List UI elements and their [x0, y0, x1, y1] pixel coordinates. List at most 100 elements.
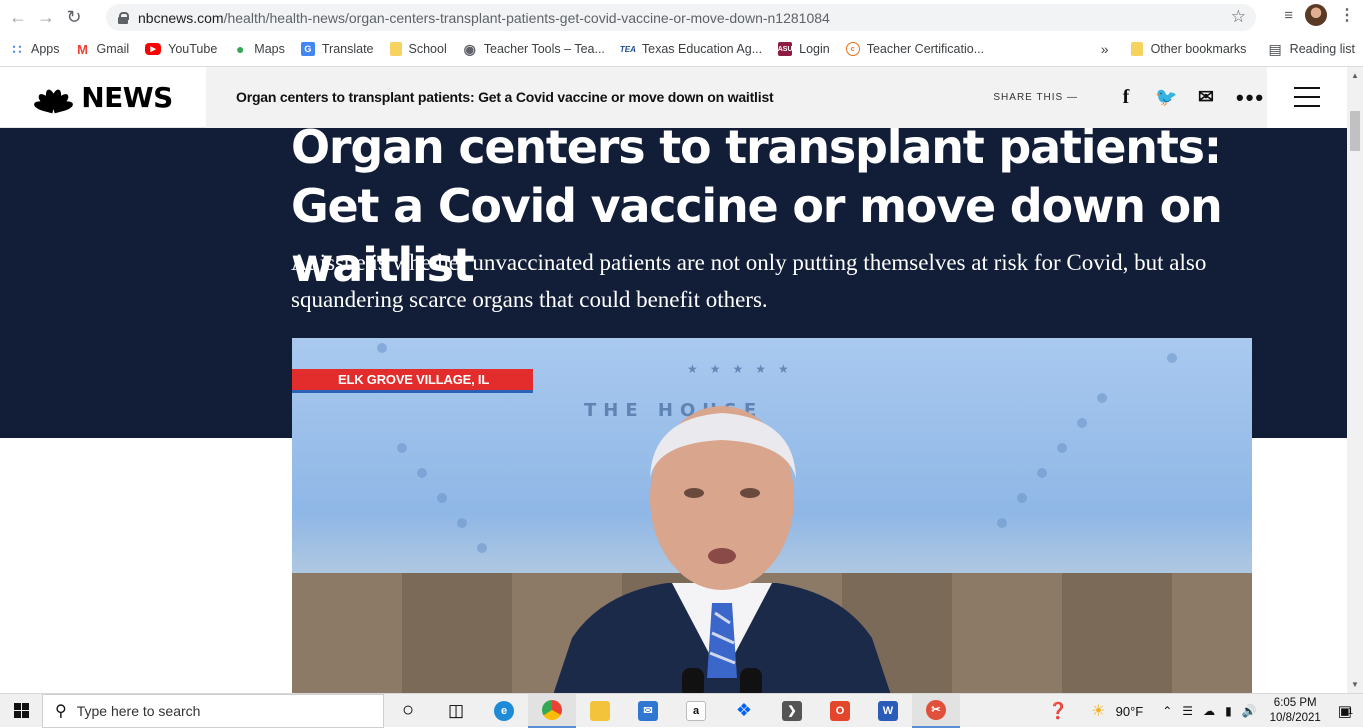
toolbar-right: ≡ ⋮ — [1284, 4, 1355, 26]
bolt-app-icon: ❯ — [782, 700, 802, 721]
taskbar-office[interactable]: O — [816, 694, 864, 728]
search-icon: ⚲ — [55, 702, 67, 720]
cortana-button[interactable]: ○ — [384, 694, 432, 728]
windows-logo-icon — [13, 703, 29, 718]
mail-icon: ✉ — [638, 700, 658, 721]
dropbox-icon: ❖ — [735, 700, 753, 720]
clock-time: 6:05 PM — [1273, 697, 1317, 709]
taskbar-snip[interactable]: ✂ — [912, 693, 960, 728]
email-icon[interactable]: ✉ — [1195, 86, 1217, 109]
maps-pin-icon: ● — [236, 41, 245, 57]
forward-button[interactable]: → — [32, 4, 60, 32]
scroll-down-icon[interactable]: ▼ — [1351, 680, 1359, 689]
taskbar-dropbox[interactable]: ❖ — [720, 694, 768, 728]
bookmark-apps[interactable]: ∷ Apps — [10, 40, 60, 57]
speaker-figure — [553, 406, 891, 693]
snipping-tool-icon: ✂ — [926, 699, 946, 720]
reload-icon: ↻ — [66, 7, 82, 27]
share-bar: SHARE THIS — f 🐦 ✉ ••• — [993, 67, 1267, 128]
media-queue-icon[interactable]: ≡ — [1284, 7, 1293, 24]
tea-logo-icon: TEA — [619, 44, 636, 54]
apps-grid-icon: ∷ — [12, 40, 22, 57]
bookmark-gmail[interactable]: M Gmail — [76, 41, 130, 57]
folder-icon — [590, 700, 610, 721]
battery-icon[interactable]: ▮ — [1225, 704, 1232, 718]
taskbar-app-bolt[interactable]: ❯ — [768, 694, 816, 728]
cortana-icon: ○ — [401, 699, 415, 721]
article-dek: At issue is whether unvaccinated patient… — [291, 250, 1207, 312]
folder-icon — [1130, 42, 1143, 56]
scroll-up-icon[interactable]: ▲ — [1351, 71, 1359, 80]
taskbar-edge[interactable]: e — [480, 694, 528, 728]
gmail-icon: M — [77, 41, 88, 57]
bookmark-label: Gmail — [96, 42, 130, 56]
sticky-header: NEWS Organ centers to transplant patient… — [0, 67, 1347, 128]
scrollbar-thumb[interactable] — [1350, 111, 1360, 151]
taskbar-word[interactable]: W — [864, 694, 912, 728]
cloud-icon[interactable]: ☁ — [1203, 704, 1215, 718]
bookmark-label: Login — [799, 42, 830, 56]
lock-icon — [118, 11, 129, 24]
other-bookmarks[interactable]: Other bookmarks — [1151, 42, 1247, 56]
globe-icon: ◉ — [463, 40, 476, 57]
hamburger-menu-icon[interactable] — [1267, 67, 1347, 128]
system-tray: ❓ ☀ 90°F ⌃ ☰ ☁ ▮ 🔊 6:05 PM 10/8/2021 ▣ 1 — [1043, 694, 1363, 728]
weather-sun-icon[interactable]: ☀ — [1091, 701, 1105, 721]
taskbar-amazon[interactable]: a — [672, 694, 720, 728]
task-view-icon: ◫ — [447, 700, 465, 720]
back-button[interactable]: ← — [4, 4, 32, 32]
bookmark-label: Teacher Certificatio... — [866, 42, 985, 56]
article-lead-image[interactable]: ★★★★★ THE HOUSE ELK GROVE VILLAGE, IL — [292, 338, 1252, 693]
facebook-icon[interactable]: f — [1115, 86, 1137, 109]
taskbar-search[interactable]: ⚲ Type here to search — [42, 693, 384, 728]
clock[interactable]: 6:05 PM 10/8/2021 — [1270, 696, 1321, 726]
bookmark-label: Texas Education Ag... — [641, 42, 763, 56]
url-host: nbcnews.com — [138, 9, 224, 26]
bookmark-teacher-tools[interactable]: ◉ Teacher Tools – Tea... — [463, 40, 605, 57]
start-button[interactable] — [0, 694, 42, 728]
youtube-icon: ▶ — [145, 43, 162, 55]
taskbar-mail[interactable]: ✉ — [624, 694, 672, 728]
folder-icon — [389, 42, 402, 56]
volume-icon[interactable]: 🔊 — [1242, 704, 1257, 718]
taskbar-file-explorer[interactable] — [576, 694, 624, 728]
translate-icon: G — [300, 42, 315, 56]
bookmark-label: Apps — [31, 42, 60, 56]
page-viewport: NEWS Organ centers to transplant patient… — [0, 67, 1347, 693]
weather-temp[interactable]: 90°F — [1116, 704, 1144, 719]
url-path: /health/health-news/organ-centers-transp… — [223, 9, 830, 26]
bookmark-texas-education[interactable]: TEA Texas Education Ag... — [619, 42, 763, 56]
chrome-icon — [542, 699, 562, 720]
profile-avatar[interactable] — [1305, 4, 1327, 26]
bookmark-translate[interactable]: G Translate — [300, 42, 374, 56]
nbc-news-logo[interactable]: NEWS — [0, 67, 206, 128]
asu-logo-icon: ASU — [778, 42, 793, 56]
more-bookmarks-chevron[interactable]: » — [1101, 41, 1109, 57]
bookmark-star-icon[interactable]: ☆ — [1231, 7, 1246, 27]
browser-toolbar: ← → ↻ nbcnews.com/health/health-news/org… — [0, 0, 1363, 35]
amazon-icon: a — [686, 700, 706, 721]
page-scrollbar[interactable]: ▲ ▼ — [1347, 67, 1363, 693]
address-bar[interactable]: nbcnews.com/health/health-news/organ-cen… — [106, 4, 1256, 31]
search-placeholder: Type here to search — [76, 702, 201, 719]
help-icon[interactable]: ❓ — [1048, 701, 1068, 721]
more-options-icon[interactable]: ••• — [1236, 85, 1263, 111]
task-view-button[interactable]: ◫ — [432, 694, 480, 728]
bookmark-label: School — [408, 42, 447, 56]
backdrop-stars: ★★★★★ — [687, 362, 801, 376]
edge-icon: e — [494, 700, 514, 721]
reload-button[interactable]: ↻ — [60, 4, 88, 32]
location-tag: ELK GROVE VILLAGE, IL — [292, 369, 533, 393]
bookmark-youtube[interactable]: ▶ YouTube — [145, 42, 217, 56]
reading-list[interactable]: Reading list — [1290, 42, 1355, 56]
network-icon[interactable]: ☰ — [1182, 704, 1193, 718]
bookmark-maps[interactable]: ● Maps — [233, 41, 285, 57]
bookmark-login[interactable]: ASU Login — [778, 42, 830, 56]
chevron-up-icon[interactable]: ⌃ — [1162, 704, 1172, 718]
twitter-icon[interactable]: 🐦 — [1155, 87, 1177, 108]
bookmark-school[interactable]: School — [389, 42, 447, 56]
office-icon: O — [830, 700, 850, 721]
bookmark-teacher-certification[interactable]: c Teacher Certificatio... — [845, 42, 985, 56]
browser-menu-icon[interactable]: ⋮ — [1339, 5, 1355, 25]
taskbar-chrome[interactable] — [528, 693, 576, 728]
